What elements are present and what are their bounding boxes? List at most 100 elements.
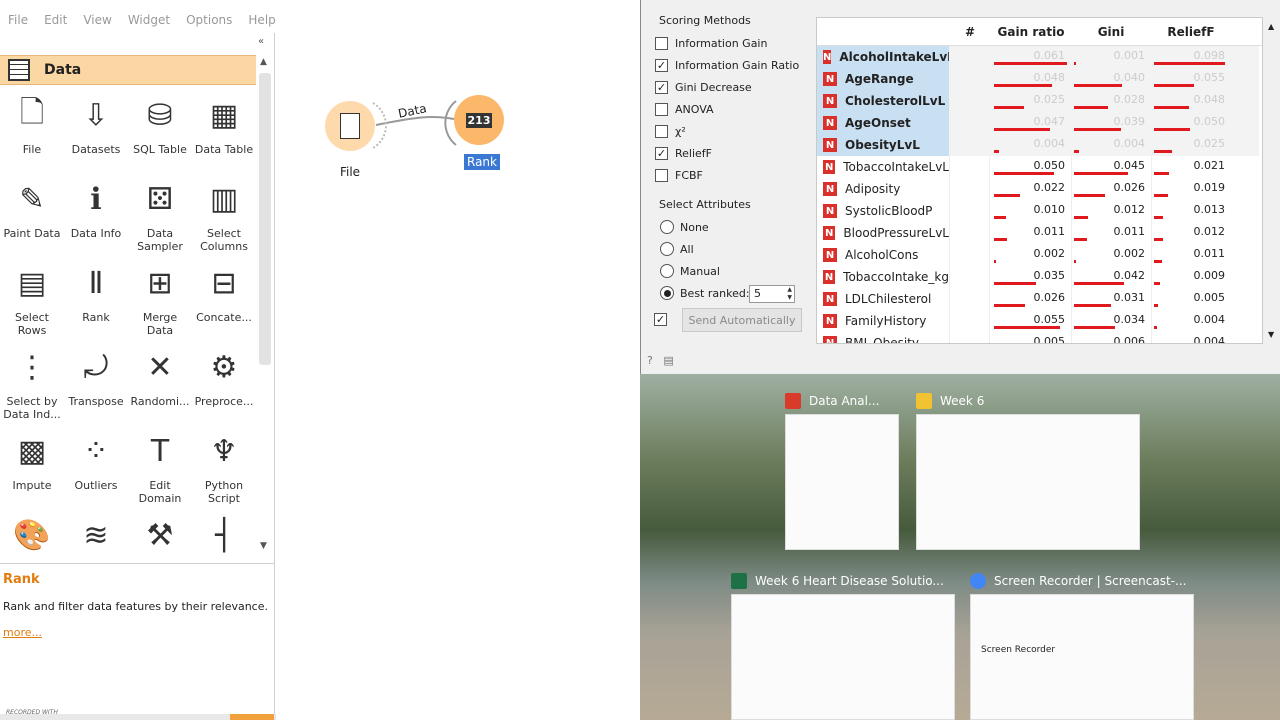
method-checkbox-3[interactable]: ANOVA [655,103,714,116]
file-node[interactable] [325,101,375,151]
spin-arrows-icon[interactable]: ▲ ▼ [787,286,792,302]
checkbox[interactable]: ✓ [655,81,668,94]
widget-file[interactable]: 🗋 File [0,89,64,173]
widget-rank[interactable]: Ⅱ Rank [64,257,128,341]
method-checkbox-4[interactable]: χ² [655,125,686,138]
table-row[interactable]: N ObesityLvL 0.004 0.004 0.025 [817,134,1262,156]
table-row[interactable]: N AlcoholIntakeLvL 0.061 0.001 0.098 [817,46,1262,68]
gain-ratio-bar [994,260,996,263]
col-header-gini[interactable]: Gini [1073,25,1149,39]
table-scroll-down-icon[interactable]: ▼ [1268,330,1274,339]
widget-label: Preproce... [194,395,254,408]
widget-color[interactable]: 🎨 [0,509,64,559]
method-checkbox-5[interactable]: ✓ ReliefF [655,147,712,160]
widget-discretize[interactable]: ┤ [192,509,256,559]
widget-preprocess[interactable]: ⚙ Preproce... [192,341,256,425]
table-row[interactable]: N Adiposity 0.022 0.026 0.019 [817,178,1262,200]
help-more-link[interactable]: more... [3,626,42,639]
widget-create-class[interactable]: ≋ [64,509,128,559]
send-automatically-checkbox[interactable]: ✓ [654,313,667,326]
table-row[interactable]: N AgeRange 0.048 0.040 0.055 [817,68,1262,90]
table-row[interactable]: N TobaccoIntakeLvL 0.050 0.045 0.021 [817,156,1262,178]
widget-datasets[interactable]: ⇩ Datasets [64,89,128,173]
select-option-1[interactable]: All [660,242,694,256]
method-checkbox-1[interactable]: ✓ Information Gain Ratio [655,59,799,72]
widget-randomize[interactable]: ✕ Randomi... [128,341,192,425]
category-header-data[interactable]: Data [0,55,256,85]
report-icon[interactable]: ▤ [663,354,673,367]
select-option-2[interactable]: Manual [660,264,720,278]
menu-edit[interactable]: Edit [36,13,75,27]
radio[interactable] [660,220,674,234]
gain-ratio-value: 0.004 [1033,137,1066,150]
attribute-name: AlcoholIntakeLvL [839,50,955,64]
toolbox-scrollbar[interactable] [259,73,271,365]
widget-select-columns[interactable]: ▥ Select Columns [192,173,256,257]
status-bar-icons: ? ▤ [647,354,674,367]
checkbox[interactable] [655,37,668,50]
best-ranked-spinbox[interactable]: 5 ▲ ▼ [749,285,795,303]
edit-domain-icon: T [150,433,170,469]
widget-python[interactable]: ♆ Python Script [192,425,256,509]
data-category-icon [8,59,30,81]
gain-ratio-bar [994,172,1054,175]
widget-data-table[interactable]: ▦ Data Table [192,89,256,173]
col-header-rank[interactable]: # [957,25,983,39]
scroll-down-icon[interactable]: ▼ [260,541,267,551]
widget-sql-table[interactable]: ⛁ SQL Table [128,89,192,173]
menu-view[interactable]: View [75,13,119,27]
checkbox[interactable]: ✓ [655,147,668,160]
table-row[interactable]: N CholesterolLvL 0.025 0.028 0.048 [817,90,1262,112]
table-row[interactable]: N BMI_Obesity 0.005 0.006 0.004 [817,332,1262,343]
table-scrollbar[interactable]: ▲ ▼ [1265,17,1279,344]
radio[interactable] [660,286,674,300]
col-header-relieff[interactable]: ReliefF [1153,25,1229,39]
widget-feature-constructor[interactable]: ⚒ [128,509,192,559]
widget-paint-data[interactable]: ✎ Paint Data [0,173,64,257]
menu-file[interactable]: File [0,13,36,27]
method-checkbox-6[interactable]: FCBF [655,169,703,182]
widget-transpose[interactable]: ⤾ Transpose [64,341,128,425]
workflow-canvas[interactable]: Data File 213 Rank [276,33,640,720]
widget-concatenate[interactable]: ⊟ Concate... [192,257,256,341]
widget-outliers[interactable]: ⁘ Outliers [64,425,128,509]
impute-icon: ▩ [17,433,47,469]
radio[interactable] [660,264,674,278]
table-row[interactable]: N TobaccoIntake_kg 0.035 0.042 0.009 [817,266,1262,288]
rank-node[interactable]: 213 [454,95,504,145]
send-button[interactable]: Send Automatically [682,308,802,332]
col-header-gain-ratio[interactable]: Gain ratio [993,25,1069,39]
rank-widget-window: Scoring Methods Information Gain ✓ Informa… [640,0,1280,374]
table-row[interactable]: N AlcoholCons 0.002 0.002 0.011 [817,244,1262,266]
table-row[interactable]: N FamilyHistory 0.055 0.034 0.004 [817,310,1262,332]
menu-options[interactable]: Options [178,13,240,27]
table-scroll-up-icon[interactable]: ▲ [1268,22,1274,31]
widget-merge-data[interactable]: ⊞ Merge Data [128,257,192,341]
menu-widget[interactable]: Widget [120,13,178,27]
widget-data-sampler[interactable]: ⚄ Data Sampler [128,173,192,257]
table-row[interactable]: N BloodPressureLvL 0.011 0.011 0.012 [817,222,1262,244]
widget-impute[interactable]: ▩ Impute [0,425,64,509]
gini-bar [1074,260,1076,263]
scroll-up-icon[interactable]: ▲ [260,57,267,67]
table-row[interactable]: N LDLChilesterol 0.026 0.031 0.005 [817,288,1262,310]
radio[interactable] [660,242,674,256]
method-checkbox-0[interactable]: Information Gain [655,37,767,50]
select-option-3[interactable]: Best ranked: [660,286,750,300]
widget-select-by-index[interactable]: ⋮ Select by Data Ind... [0,341,64,425]
widget-edit-domain[interactable]: T Edit Domain [128,425,192,509]
checkbox[interactable] [655,103,668,116]
checkbox[interactable] [655,125,668,138]
numeric-variable-icon: N [823,248,837,262]
method-checkbox-2[interactable]: ✓ Gini Decrease [655,81,752,94]
widget-data-info[interactable]: ℹ Data Info [64,173,128,257]
table-row[interactable]: N SystolicBloodP 0.010 0.012 0.013 [817,200,1262,222]
checkbox[interactable] [655,169,668,182]
table-row[interactable]: N AgeOnset 0.047 0.039 0.050 [817,112,1262,134]
checkbox[interactable]: ✓ [655,59,668,72]
select-option-0[interactable]: None [660,220,709,234]
menu-help[interactable]: Help [240,13,283,27]
help-icon[interactable]: ? [647,354,653,367]
collapse-toolbox-icon[interactable]: « [258,36,264,47]
widget-select-rows[interactable]: ▤ Select Rows [0,257,64,341]
